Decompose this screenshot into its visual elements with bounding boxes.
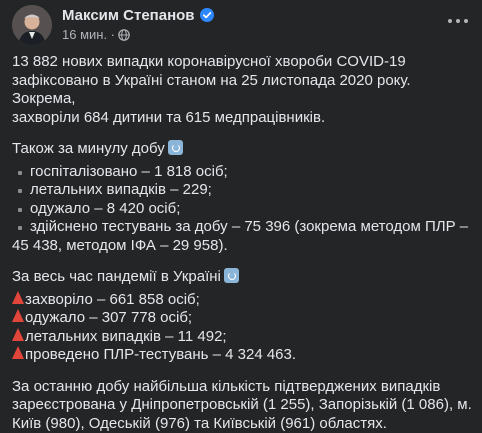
last-day-item-text: одужало – 8 420 осіб; xyxy=(30,200,180,217)
author-name-text[interactable]: Максим Степанов xyxy=(62,7,195,24)
outro-line: За останню добу найбільша кількість підт… xyxy=(12,378,474,397)
last-day-item-continuation: 45 438, методом ІФА – 29 958). xyxy=(12,237,474,256)
more-dot-icon xyxy=(448,19,452,23)
bullet-icon xyxy=(18,226,22,230)
pandemic-item-text: летальних випадків – 11 492; xyxy=(25,328,227,345)
last-day-item: госпіталізовано – 1 818 осіб; xyxy=(12,163,474,182)
pandemic-item-text: захворіло – 661 858 осіб; xyxy=(25,291,200,308)
pandemic-heading: За весь час пандемії в Україні xyxy=(12,268,474,287)
more-options-button[interactable] xyxy=(446,11,470,31)
red-triangle-icon xyxy=(12,309,24,322)
last-day-item: летальних випадків – 229; xyxy=(12,181,474,200)
verified-badge-icon xyxy=(200,8,214,22)
post-body: 13 882 нових випадки коронавірусної хвор… xyxy=(12,53,474,433)
intro-line: 13 882 нових випадки коронавірусної хвор… xyxy=(12,53,474,72)
last-day-heading: Також за минулу добу xyxy=(12,140,474,159)
bullet-icon xyxy=(18,189,22,193)
pandemic-item: летальних випадків – 11 492; xyxy=(12,328,474,347)
globe-icon xyxy=(118,29,130,41)
pandemic-item: захворіло – 661 858 осіб; xyxy=(12,291,474,310)
last-day-heading-text: Також за минулу добу xyxy=(12,140,165,157)
pandemic-item-text: проведено ПЛР-тестувань – 4 324 463. xyxy=(25,346,296,363)
post-meta: 16 мин. · xyxy=(62,27,130,42)
bullet-icon xyxy=(18,171,22,175)
avatar[interactable] xyxy=(12,5,52,45)
pandemic-heading-text: За весь час пандемії в Україні xyxy=(12,268,221,285)
red-triangle-icon xyxy=(12,291,24,304)
avatar-image xyxy=(12,5,52,45)
post-timestamp[interactable]: 16 мин. xyxy=(62,27,107,42)
red-triangle-icon xyxy=(12,346,24,359)
arrows-emoji-icon xyxy=(168,140,183,155)
pandemic-item: проведено ПЛР-тестувань – 4 324 463. xyxy=(12,346,474,365)
intro-line: захворіли 684 дитини та 615 медпрацівник… xyxy=(12,109,474,128)
pandemic-item: одужало – 307 778 осіб; xyxy=(12,309,474,328)
outro-line: зареєстрована у Дніпропетровській (1 255… xyxy=(12,396,474,415)
last-day-item-text: здійснено тестувань за добу – 75 396 (зо… xyxy=(30,218,468,235)
intro-line: зафіксовано в Україні станом на 25 листо… xyxy=(12,72,474,109)
more-dot-icon xyxy=(456,19,460,23)
bullet-icon xyxy=(18,208,22,212)
author-name[interactable]: Максим Степанов xyxy=(62,7,214,24)
last-day-item-text: летальних випадків – 229; xyxy=(30,181,212,198)
last-day-item-text: госпіталізовано – 1 818 осіб; xyxy=(30,163,228,180)
facebook-post: Максим Степанов 16 мин. · 13 882 нових в… xyxy=(0,0,482,424)
last-day-item: одужало – 8 420 осіб; xyxy=(12,200,474,219)
arrows-emoji-icon xyxy=(224,268,239,283)
more-dot-icon xyxy=(464,19,468,23)
red-triangle-icon xyxy=(12,328,24,341)
pandemic-item-text: одужало – 307 778 осіб; xyxy=(25,309,192,326)
last-day-item: здійснено тестувань за добу – 75 396 (зо… xyxy=(12,218,474,237)
post-header: Максим Степанов 16 мин. · xyxy=(12,5,470,47)
